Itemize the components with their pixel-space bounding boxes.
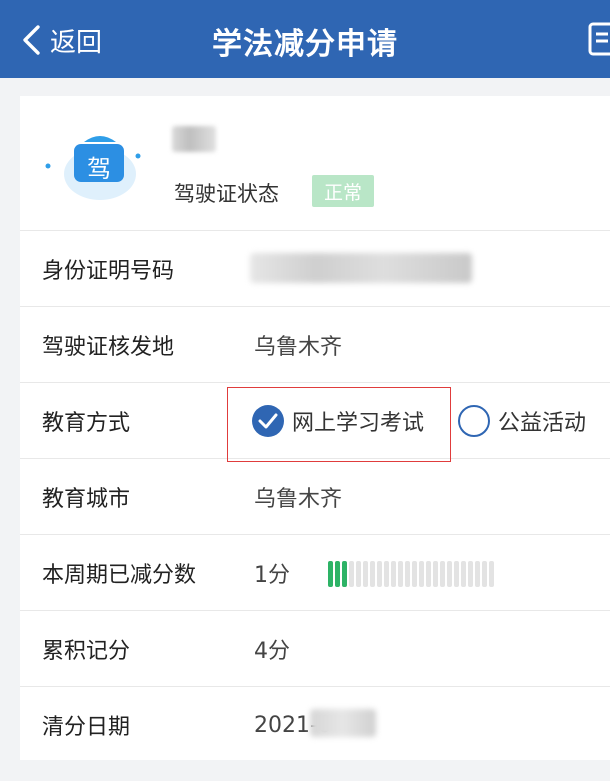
- progress-segment: [489, 561, 494, 587]
- row-license-origin: 驾驶证核发地 乌鲁木齐: [20, 307, 610, 383]
- progress-segment: [447, 561, 452, 587]
- top-navigation-bar: 返回 学法减分申请: [0, 0, 610, 78]
- education-city-value: 乌鲁木齐: [254, 486, 343, 512]
- points-progress-bar: [328, 561, 496, 587]
- option-public-welfare-label: 公益活动: [498, 411, 587, 436]
- radio-circle-icon: [458, 405, 490, 437]
- id-number-label: 身份证明号码: [42, 258, 175, 284]
- accumulated-label: 累积记分: [42, 638, 131, 664]
- points-reduced-value: 1分: [254, 562, 290, 588]
- row-education-method: 教育方式 网上学习考试 公益活动: [20, 383, 610, 462]
- progress-segment: [468, 561, 473, 587]
- name-blurred: [172, 126, 216, 152]
- row-id-number: 身份证明号码: [20, 231, 610, 307]
- progress-segment: [370, 561, 375, 587]
- progress-segment: [349, 561, 354, 587]
- progress-segment: [328, 561, 333, 587]
- progress-segment: [440, 561, 445, 587]
- progress-segment: [363, 561, 368, 587]
- option-online-study[interactable]: 网上学习考试: [252, 405, 424, 437]
- progress-segment: [342, 561, 347, 587]
- row-clear-date: 清分日期 2021-0: [20, 687, 610, 763]
- license-status-label: 驾驶证状态: [174, 182, 279, 206]
- license-origin-value: 乌鲁木齐: [254, 334, 343, 360]
- progress-segment: [398, 561, 403, 587]
- license-info-card: 驾 驾驶证状态 正常 身份证明号码 驾驶证核发地 乌鲁木齐 教育方式 网上学习考…: [20, 96, 610, 760]
- progress-segment: [384, 561, 389, 587]
- license-origin-label: 驾驶证核发地: [42, 334, 175, 360]
- clear-date-label: 清分日期: [42, 715, 131, 740]
- clear-date-blurred: [310, 709, 376, 737]
- progress-segment: [405, 561, 410, 587]
- status-badge: 正常: [312, 175, 374, 207]
- progress-segment: [454, 561, 459, 587]
- progress-segment: [461, 561, 466, 587]
- avatar-char: 驾: [87, 154, 111, 183]
- profile-section: 驾 驾驶证状态 正常: [20, 96, 610, 231]
- check-icon: [252, 405, 284, 437]
- option-public-welfare[interactable]: 公益活动: [458, 405, 586, 437]
- id-number-blurred: [250, 253, 472, 283]
- points-reduced-label: 本周期已减分数: [42, 562, 197, 588]
- progress-segment: [335, 561, 340, 587]
- row-points-reduced: 本周期已减分数 1分: [20, 535, 610, 611]
- progress-segment: [377, 561, 382, 587]
- progress-segment: [412, 561, 417, 587]
- progress-segment: [482, 561, 487, 587]
- document-icon[interactable]: [588, 22, 610, 56]
- progress-segment: [433, 561, 438, 587]
- progress-segment: [391, 561, 396, 587]
- accumulated-value: 4分: [254, 638, 290, 664]
- option-online-study-label: 网上学习考试: [292, 411, 425, 436]
- progress-segment: [356, 561, 361, 587]
- page-title: 学法减分申请: [212, 27, 398, 62]
- progress-segment: [475, 561, 480, 587]
- progress-segment: [419, 561, 424, 587]
- row-education-city: 教育城市 乌鲁木齐: [20, 459, 610, 535]
- progress-segment: [426, 561, 431, 587]
- row-accumulated-points: 累积记分 4分: [20, 611, 610, 687]
- education-city-label: 教育城市: [42, 486, 131, 512]
- education-method-label: 教育方式: [42, 410, 131, 436]
